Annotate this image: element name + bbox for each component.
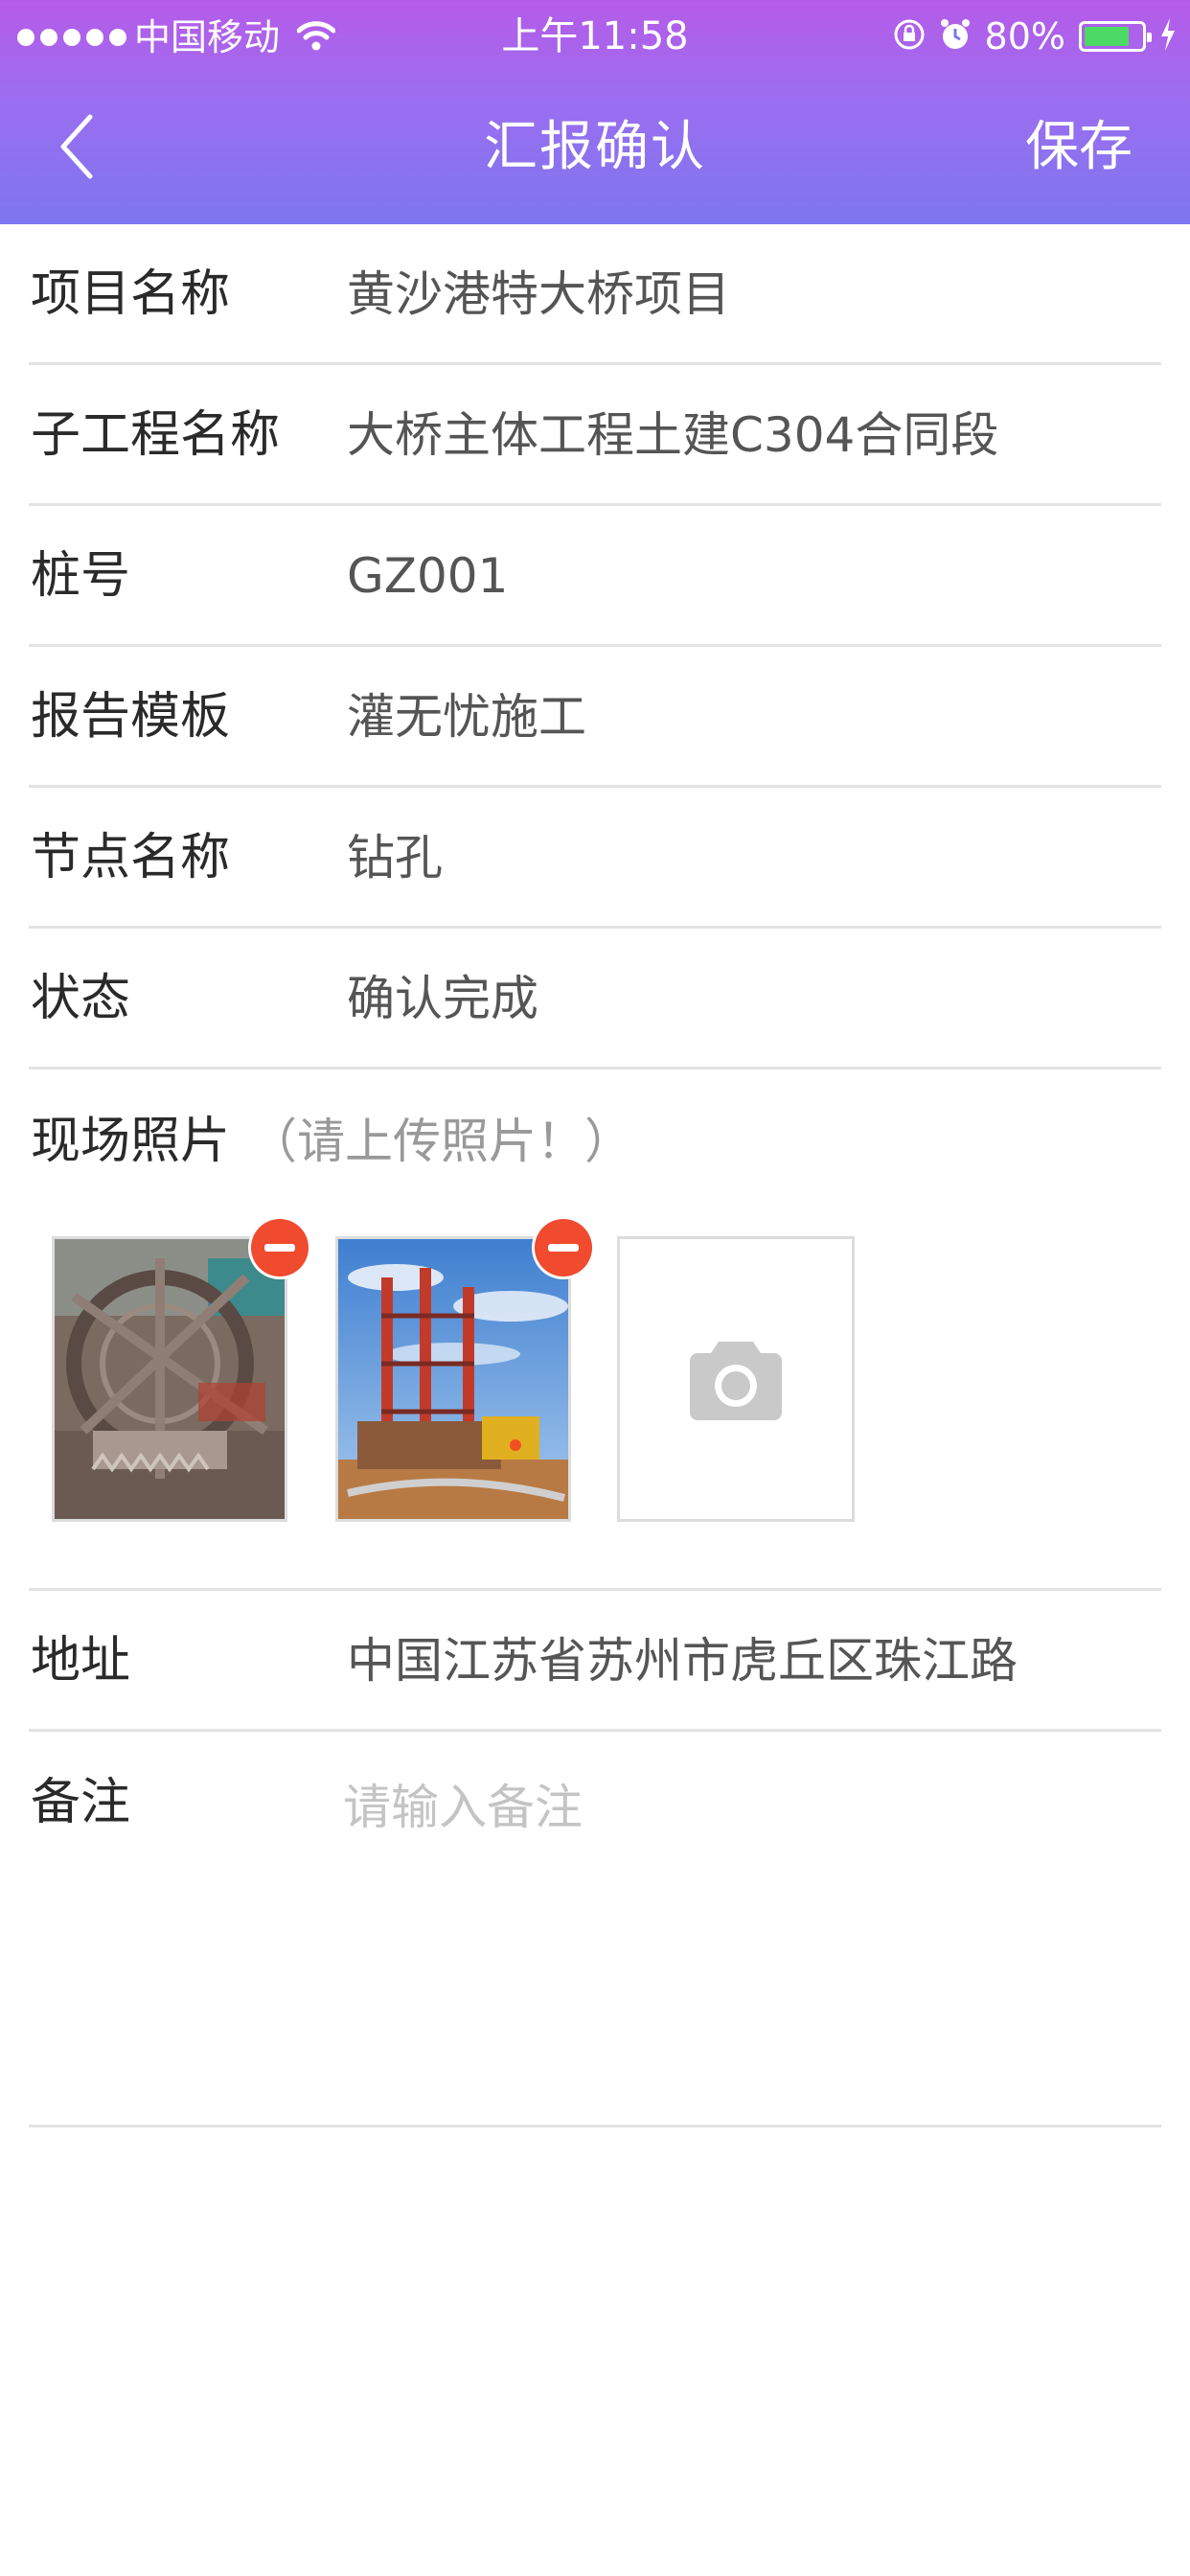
status-right: 80% <box>893 12 1177 61</box>
photo-thumbnail[interactable] <box>335 1236 571 1522</box>
battery-percent: 80% <box>984 15 1065 58</box>
field-value: 钻孔 <box>347 830 443 886</box>
field-row-pile-number: 桩号 GZ001 <box>29 506 1161 647</box>
field-value: 确认完成 <box>347 971 538 1026</box>
camera-icon <box>690 1342 782 1420</box>
page-title: 汇报确认 <box>484 116 706 178</box>
field-value: 灌无忧施工 <box>347 689 586 745</box>
remove-photo-button[interactable] <box>535 1219 592 1276</box>
remark-section: 备注 <box>29 1731 1161 2128</box>
remark-label: 备注 <box>31 1774 131 1831</box>
field-label: 桩号 <box>31 547 131 605</box>
machinery-photo <box>55 1239 285 1519</box>
rotation-lock-icon <box>893 18 926 55</box>
address-value: 中国江苏省苏州市虎丘区珠江路 <box>347 1633 1018 1689</box>
drilling-rig-photo <box>338 1239 568 1519</box>
navigation-bar: 汇报确认 保存 <box>0 75 1190 224</box>
battery-level <box>1085 27 1130 46</box>
photos-label: 现场照片 <box>31 1113 231 1170</box>
address-label: 地址 <box>31 1632 131 1690</box>
save-button[interactable]: 保存 <box>1025 111 1133 184</box>
field-row-address: 地址 中国江苏省苏州市虎丘区珠江路 <box>29 1591 1161 1732</box>
field-label: 子工程名称 <box>31 406 281 464</box>
field-label: 状态 <box>31 970 131 1027</box>
field-row-node-name: 节点名称 钻孔 <box>29 788 1161 929</box>
alarm-icon <box>939 17 972 56</box>
field-value: 大桥主体工程土建C304合同段 <box>347 407 999 463</box>
field-value: 黄沙港特大桥项目 <box>347 266 730 322</box>
field-row-subproject-name: 子工程名称 大桥主体工程土建C304合同段 <box>29 365 1161 506</box>
remark-input[interactable] <box>343 1773 1148 2099</box>
field-row-project-name: 项目名称 黄沙港特大桥项目 <box>29 224 1161 365</box>
field-label: 报告模板 <box>31 688 231 746</box>
field-value: GZ001 <box>347 548 509 604</box>
photo-thumbnail[interactable] <box>52 1236 287 1522</box>
field-label: 项目名称 <box>31 265 231 323</box>
status-bar: 中国移动 上午11:58 80% <box>0 0 1190 75</box>
app-header: 中国移动 上午11:58 80% 汇报确认 保存 <box>0 0 1190 224</box>
remove-photo-button[interactable] <box>251 1219 309 1276</box>
field-label: 节点名称 <box>31 829 231 886</box>
site-photos-section: 现场照片 （请上传照片！） <box>29 1070 1161 1591</box>
field-row-report-template: 报告模板 灌无忧施工 <box>29 647 1161 788</box>
battery-icon <box>1079 21 1152 52</box>
add-photo-button[interactable] <box>617 1236 855 1522</box>
photos-hint: （请上传照片！） <box>249 1114 632 1169</box>
field-row-status: 状态 确认完成 <box>29 929 1161 1070</box>
charging-bolt-icon <box>1159 18 1177 55</box>
